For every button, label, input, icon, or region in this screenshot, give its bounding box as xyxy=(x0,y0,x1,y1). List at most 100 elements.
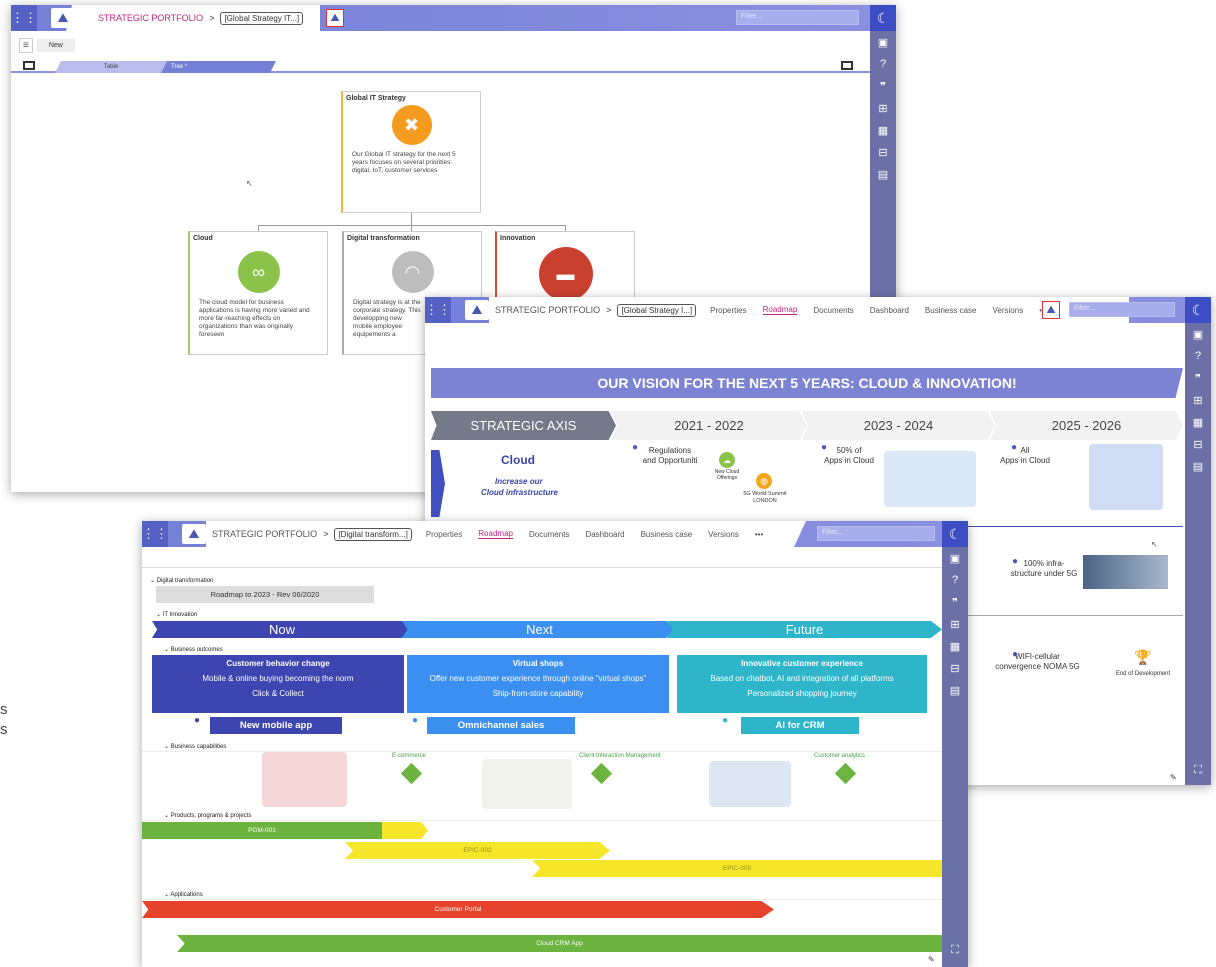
help-icon[interactable]: ? xyxy=(870,53,896,75)
panel-toggle-right-icon[interactable] xyxy=(841,61,853,70)
help-icon[interactable]: ? xyxy=(1185,345,1211,367)
new-button[interactable]: New xyxy=(36,39,75,52)
project-pgm-001-tail[interactable] xyxy=(382,822,428,839)
more-tabs-icon[interactable]: ••• xyxy=(755,530,763,539)
cap-analytics-diamond[interactable] xyxy=(834,762,857,785)
project-epic-002[interactable]: EPIC-002 xyxy=(345,842,610,859)
portfolio-logo-icon[interactable]: ⛰ xyxy=(465,300,489,320)
globe-icon: ◍ xyxy=(756,473,772,489)
tag-ai-crm[interactable]: AI for CRM xyxy=(741,717,859,734)
milestone-end-dev[interactable]: End of Development xyxy=(1103,669,1183,679)
project-export-icon[interactable]: ⊟ xyxy=(870,141,896,163)
lane-products[interactable]: ⌄ Products, programs & projects xyxy=(158,812,251,819)
cap-client-interaction: Client Interaction Management xyxy=(579,753,661,759)
project-epic-005[interactable]: EPIC-005 xyxy=(532,860,942,877)
app-cloud-crm[interactable]: Cloud CRM App xyxy=(177,935,942,952)
tab-tree[interactable]: Tree * xyxy=(161,61,276,73)
outcome-customer-behavior[interactable]: Customer behavior change Mobile & online… xyxy=(152,655,404,713)
breadcrumb[interactable]: STRATEGIC PORTFOLIO xyxy=(212,529,317,539)
tab-dashboard[interactable]: Dashboard xyxy=(585,530,624,539)
comment-icon[interactable]: ❞ xyxy=(1185,367,1211,389)
filter-input[interactable]: Filter... xyxy=(817,526,935,541)
help-icon[interactable]: ? xyxy=(942,569,968,591)
tab-dashboard[interactable]: Dashboard xyxy=(870,306,909,315)
tab-versions[interactable]: Versions xyxy=(993,306,1024,315)
tab-documents[interactable]: Documents xyxy=(813,306,853,315)
tab-business-case[interactable]: Business case xyxy=(641,530,693,539)
milestone-5g-infra[interactable]: 100% infra-structure under 5G xyxy=(1008,559,1080,579)
comment-icon[interactable]: ❞ xyxy=(870,75,896,97)
excel-export-icon[interactable]: ⊞ xyxy=(870,97,896,119)
save-icon[interactable]: ▣ xyxy=(1185,323,1211,345)
app-customer-portal[interactable]: Customer Portal xyxy=(142,901,774,918)
moon-icon[interactable]: ☾ xyxy=(942,521,968,547)
lane-business-capabilities[interactable]: ⌄ Business capabilities xyxy=(158,743,226,750)
filter-input[interactable]: Filter... xyxy=(1069,302,1175,317)
object-select[interactable]: [Global Strategy IT...] xyxy=(220,11,304,25)
object-select[interactable]: [Global Strategy I...] xyxy=(617,303,697,317)
schedule-icon[interactable]: ▤ xyxy=(1185,455,1211,477)
schedule-icon[interactable]: ▤ xyxy=(942,679,968,701)
highlighted-portfolio-icon[interactable]: ⛰ xyxy=(1042,301,1060,319)
cap-ecommerce-diamond[interactable] xyxy=(400,762,423,785)
axis-row: STRATEGIC AXIS 2021 - 2022 2023 - 2024 2… xyxy=(431,411,1183,440)
project-export-icon[interactable]: ⊟ xyxy=(1185,433,1211,455)
milestone-all-apps[interactable]: All Apps in Cloud xyxy=(995,446,1055,466)
milestone-new-cloud[interactable]: New Cloud Offerings xyxy=(707,469,747,481)
milestone-wifi-cellular[interactable]: WIFI-cellular convergence NOMA 5G xyxy=(995,652,1080,672)
mouse-cursor-icon: ↖ xyxy=(1151,540,1158,549)
tab-roadmap[interactable]: Roadmap xyxy=(478,529,513,539)
fullscreen-icon[interactable]: ⛶ xyxy=(1185,759,1211,781)
apps-grid-icon[interactable]: ⋮⋮ xyxy=(11,5,37,31)
milestone-5g-summit[interactable]: 5G World Summit LONDON xyxy=(731,491,799,505)
project-export-icon[interactable]: ⊟ xyxy=(942,657,968,679)
calendar-icon[interactable]: ▦ xyxy=(1185,411,1211,433)
tab-roadmap[interactable]: Roadmap xyxy=(762,305,798,315)
apps-grid-icon[interactable]: ⋮⋮ xyxy=(425,297,451,323)
fullscreen-icon[interactable]: ⛶ xyxy=(942,939,968,961)
tab-business-case[interactable]: Business case xyxy=(925,306,977,315)
object-select[interactable]: [Digital transform...] xyxy=(334,528,411,541)
portfolio-logo-icon[interactable]: ⛰ xyxy=(182,524,206,544)
schedule-icon[interactable]: ▤ xyxy=(870,163,896,185)
tab-properties[interactable]: Properties xyxy=(710,306,746,315)
tag-new-mobile-app[interactable]: New mobile app xyxy=(210,717,342,734)
moon-icon[interactable]: ☾ xyxy=(1185,297,1211,323)
tab-properties[interactable]: Properties xyxy=(426,530,462,539)
save-icon[interactable]: ▣ xyxy=(942,547,968,569)
tab-table[interactable]: Table xyxy=(55,61,167,73)
calendar-icon[interactable]: ▦ xyxy=(870,119,896,141)
tab-documents[interactable]: Documents xyxy=(529,530,569,539)
cloud-server-illustration xyxy=(1089,444,1163,510)
cap-client-diamond[interactable] xyxy=(590,762,613,785)
analytics-illustration xyxy=(709,761,791,807)
milestone-regulations[interactable]: Regulations and Opportuniti xyxy=(635,446,705,466)
comment-icon[interactable]: ❞ xyxy=(942,591,968,613)
apps-grid-icon[interactable]: ⋮⋮ xyxy=(142,521,168,547)
tree-card-cloud[interactable]: Cloud ∞ The cloud model for business app… xyxy=(188,231,328,355)
section-header[interactable]: ⌄ Digital transformation xyxy=(144,577,213,584)
excel-export-icon[interactable]: ⊞ xyxy=(1185,389,1211,411)
tab-versions[interactable]: Versions xyxy=(708,530,739,539)
breadcrumb[interactable]: STRATEGIC PORTFOLIO xyxy=(98,13,203,23)
edit-icon[interactable]: ✎ xyxy=(1170,773,1177,782)
lane-applications[interactable]: ⌄ Applications xyxy=(158,891,203,898)
save-icon[interactable]: ▣ xyxy=(870,31,896,53)
tag-omnichannel[interactable]: Omnichannel sales xyxy=(427,717,575,734)
lane-business-outcomes[interactable]: ⌄ Business outcomes xyxy=(158,646,223,653)
tree-root-card[interactable]: Global IT Strategy ✖ Our Global IT strat… xyxy=(341,91,481,213)
calendar-icon[interactable]: ▦ xyxy=(942,635,968,657)
panel-toggle-left-icon[interactable] xyxy=(23,61,35,70)
milestone-50-apps[interactable]: 50% of Apps in Cloud xyxy=(814,446,884,466)
excel-export-icon[interactable]: ⊞ xyxy=(942,613,968,635)
lane-it-innovation[interactable]: ⌄ IT Innovation xyxy=(150,611,197,618)
filter-input[interactable]: Filter... xyxy=(736,10,859,25)
outcome-innovative-cx[interactable]: Innovative customer experience Based on … xyxy=(677,655,927,713)
edit-icon[interactable]: ✎ xyxy=(928,955,935,964)
outcome-virtual-shops[interactable]: Virtual shops Offer new customer experie… xyxy=(407,655,669,713)
settings-icon[interactable]: ≡ xyxy=(19,38,33,53)
breadcrumb[interactable]: STRATEGIC PORTFOLIO xyxy=(495,305,600,315)
project-pgm-001[interactable]: PGM-001 xyxy=(142,822,382,839)
moon-icon[interactable]: ☾ xyxy=(870,5,896,31)
highlighted-portfolio-icon[interactable]: ⛰ xyxy=(326,9,344,27)
